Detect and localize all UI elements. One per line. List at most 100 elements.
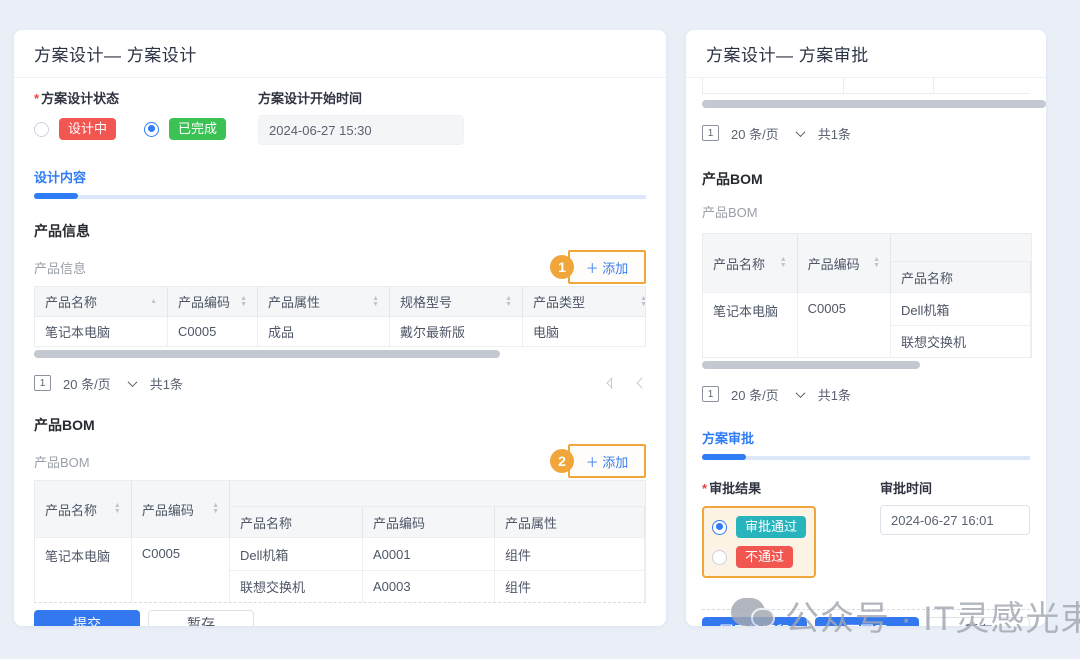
bom-child-row: Dell机箱 A0001 组件 [230, 538, 645, 570]
page-size-select[interactable]: 20 条/页 [731, 385, 779, 404]
col-bom-code[interactable]: 产品编码 [142, 500, 194, 519]
cell-bom-name: 笔记本电脑 [703, 293, 798, 357]
tab-active-indicator [34, 193, 78, 199]
col-product-code[interactable]: 产品编码 [178, 292, 230, 311]
cell-child-name: 联想交换机 [891, 325, 1031, 357]
design-panel: 方案设计— 方案设计 方案设计状态 设计中 已完成 方案设计开始时间 2024-… [14, 30, 666, 626]
col-bom-child-name: 产品名称 [230, 507, 363, 537]
radio-design-completed[interactable] [144, 122, 159, 137]
page-size-select[interactable]: 20 条/页 [63, 374, 111, 393]
page-size-select[interactable]: 20 条/页 [731, 124, 779, 143]
approval-tabbar: 方案审批 [702, 428, 1030, 460]
bom-nested-header-strip [891, 234, 1031, 262]
approval-panel: 方案设计— 方案审批 1 20 条/页 共1条 产品BOM 产品BOM 产品名称… [686, 30, 1046, 626]
product-bom-add-button[interactable]: ＋ 添加 [586, 452, 629, 471]
design-start-time-field: 方案设计开始时间 2024-06-27 15:30 [258, 88, 464, 145]
badge-rejected: 不通过 [736, 546, 793, 568]
approval-panel-header: 方案设计— 方案审批 [686, 30, 1046, 78]
sort-icon[interactable]: ▲▼ [774, 257, 787, 269]
save-draft-button[interactable]: 暂存 [927, 617, 1030, 626]
sort-icon[interactable]: ▲▼ [366, 296, 379, 308]
bom-pagination: 1 20 条/页 共1条 [702, 384, 1030, 404]
col-bom-child-code: 产品编码 [363, 507, 495, 537]
first-page-button[interactable] [611, 378, 617, 389]
cell-product-type: 电脑 [523, 317, 646, 347]
total-count: 共1条 [818, 124, 851, 143]
approval-time-field: 审批时间 2024-06-27 16:01 [880, 478, 1030, 578]
sort-icon[interactable]: ▲▼ [234, 296, 247, 308]
sort-icon[interactable]: ▲▼ [867, 257, 880, 269]
approval-result-highlight: 审批通过 不通过 [702, 506, 816, 578]
approval-panel-title: 方案设计— 方案审批 [706, 41, 869, 66]
approval-result-field: 审批结果 审批通过 不通过 [702, 478, 880, 578]
horizontal-scrollbar[interactable] [702, 100, 1046, 108]
cell-child-code: A0001 [363, 538, 495, 570]
chevron-down-icon[interactable] [795, 127, 805, 137]
col-spec-model[interactable]: 规格型号 [400, 292, 452, 311]
radio-approve[interactable] [712, 520, 727, 535]
radio-reject[interactable] [712, 550, 727, 565]
radio-design-in-progress[interactable] [34, 122, 49, 137]
page-number-icon[interactable]: 1 [34, 375, 51, 391]
col-bom-code[interactable]: 产品编码 [808, 254, 860, 273]
cell-child-attr: 组件 [495, 570, 645, 602]
design-panel-title: 方案设计— 方案设计 [34, 41, 197, 66]
cell-bom-name: 笔记本电脑 [35, 538, 132, 602]
cell-bom-code: C0005 [132, 538, 230, 602]
footer-divider [702, 609, 1030, 610]
approval-result-label: 审批结果 [702, 478, 880, 497]
col-bom-name[interactable]: 产品名称 [713, 254, 765, 273]
approval-time-input[interactable]: 2024-06-27 16:01 [880, 505, 1030, 535]
design-tabbar: 设计内容 [34, 167, 646, 199]
prev-page-button[interactable] [636, 377, 647, 388]
status-badge-completed: 已完成 [169, 118, 226, 140]
cell-child-name: Dell机箱 [230, 538, 363, 570]
disagree-button[interactable]: 不同意 [815, 617, 920, 626]
cell-child-code: A0003 [363, 570, 495, 602]
col-product-name[interactable]: 产品名称 [45, 292, 97, 311]
chevron-down-icon[interactable] [795, 388, 805, 398]
cell-product-attr: 成品 [258, 317, 390, 347]
tab-approval[interactable]: 方案审批 [702, 428, 754, 456]
approve-print-button[interactable]: 同意并打印 [702, 617, 807, 626]
design-start-time-label: 方案设计开始时间 [258, 88, 464, 107]
product-bom-title: 产品BOM [34, 415, 646, 435]
save-draft-button[interactable]: 暂存 [148, 610, 254, 626]
tab-active-indicator [702, 454, 746, 460]
col-bom-name[interactable]: 产品名称 [45, 500, 97, 519]
sort-asc-icon[interactable]: ▲ [144, 299, 157, 305]
bom-row: 笔记本电脑 C0005 Dell机箱 A0001 组件 联想交换机 A0003 … [35, 537, 645, 602]
chevron-down-icon[interactable] [127, 377, 137, 387]
sort-icon[interactable]: ▲▼ [634, 296, 646, 308]
submit-button[interactable]: 提交 [34, 610, 140, 626]
cell-child-attr: 组件 [495, 538, 645, 570]
horizontal-scrollbar[interactable] [34, 350, 500, 358]
design-panel-header: 方案设计— 方案设计 [14, 30, 666, 78]
bom-title: 产品BOM [702, 169, 1030, 189]
cell-spec-model: 戴尔最新版 [390, 317, 523, 347]
col-bom-child-name: 产品名称 [891, 262, 1031, 292]
horizontal-scrollbar[interactable] [702, 361, 920, 369]
product-bom-subtitle: 产品BOM [34, 452, 90, 471]
annotation-step-1-badge: 1 [550, 255, 574, 279]
design-status-field: 方案设计状态 设计中 已完成 [34, 88, 258, 145]
product-info-pagination: 1 20 条/页 共1条 [34, 373, 646, 393]
sort-icon[interactable]: ▲▼ [499, 296, 512, 308]
status-badge-designing: 设计中 [59, 118, 116, 140]
page-number-icon[interactable]: 1 [702, 125, 719, 141]
bom-child-row: 联想交换机 [891, 325, 1031, 357]
page-number-icon[interactable]: 1 [702, 386, 719, 402]
cell-product-code: C0005 [168, 317, 258, 347]
col-product-attr[interactable]: 产品属性 [268, 292, 320, 311]
product-info-subtitle: 产品信息 [34, 258, 86, 277]
sort-icon[interactable]: ▲▼ [206, 503, 219, 515]
sort-icon[interactable]: ▲▼ [108, 503, 121, 515]
design-status-label: 方案设计状态 [34, 88, 258, 107]
total-count: 共1条 [818, 385, 851, 404]
design-start-time-input[interactable]: 2024-06-27 15:30 [258, 115, 464, 145]
col-product-type[interactable]: 产品类型 [533, 292, 585, 311]
product-info-add-button[interactable]: ＋ 添加 [586, 258, 629, 277]
badge-approved: 审批通过 [736, 516, 806, 538]
cell-product-name: 笔记本电脑 [35, 317, 168, 347]
tab-design-content[interactable]: 设计内容 [34, 167, 86, 195]
